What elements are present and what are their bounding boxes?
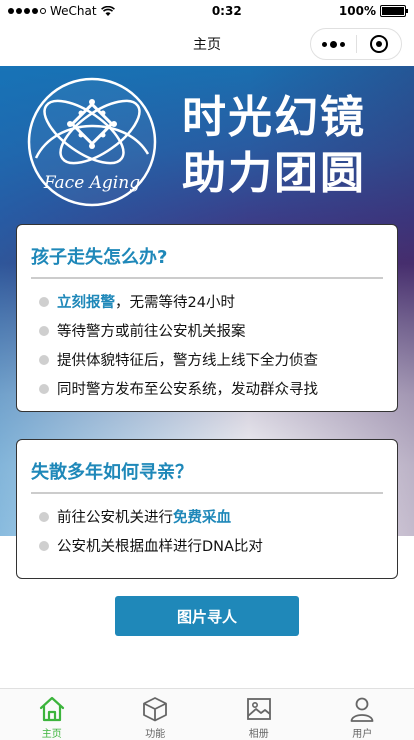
picture-icon xyxy=(246,698,271,720)
lost-child-steps-list: 立刻报警 ，无需等待24小时 等待警方或前往公安机关报案 提供体貌特征后，警方线上… xyxy=(31,279,383,403)
find-relatives-steps-list: 前往公安机关进行 免费采血 公安机关根据血样进行DNA比对 xyxy=(31,494,383,560)
bullet-dot xyxy=(39,325,49,336)
close-mini-program-button[interactable] xyxy=(357,35,402,53)
bullet-dot xyxy=(39,354,49,365)
battery-percent: 100% xyxy=(338,4,376,18)
bullet-dot xyxy=(39,383,49,394)
list-item-text: 提供体貌特征后，警方线上线下全力侦查 xyxy=(57,353,318,369)
list-item: 前往公安机关进行 免费采血 xyxy=(31,502,383,531)
close-icon xyxy=(369,35,388,53)
battery-icon xyxy=(380,5,408,17)
slogan-line-1: 时光幻镜 xyxy=(182,92,366,143)
list-item: 公安机关根据血样进行DNA比对 xyxy=(31,531,383,560)
lost-child-card: 孩子走失怎么办? 立刻报警 ，无需等待24小时 等待警方或前往公安机关报案 提供体… xyxy=(16,224,398,412)
tab-label: 功能 xyxy=(145,729,166,740)
list-item-text: ，无需等待24小时 xyxy=(115,295,235,311)
home-icon xyxy=(39,696,64,722)
cube-icon xyxy=(143,697,168,722)
wifi-icon xyxy=(100,5,115,16)
list-item: 等待警方或前往公安机关报案 xyxy=(31,316,383,345)
list-item-text: 前往公安机关进行 xyxy=(57,510,173,526)
image-search-button[interactable]: 图片寻人 xyxy=(115,596,299,636)
list-item-text: 同时警方发布至公安系统，发动群众寻找 xyxy=(57,382,318,398)
slogan-line-2: 助力团圆 xyxy=(182,148,366,199)
list-item-highlight: 免费采血 xyxy=(173,510,231,526)
list-item: 同时警方发布至公安系统，发动群众寻找 xyxy=(31,374,383,403)
list-item-text: 等待警方或前往公安机关报案 xyxy=(57,324,246,340)
clock: 0:32 xyxy=(211,4,242,18)
tab-label: 相册 xyxy=(248,729,269,740)
tab-label: 主页 xyxy=(41,729,62,740)
lost-child-card-title: 孩子走失怎么办? xyxy=(31,225,383,279)
tab-label: 用户 xyxy=(352,729,373,740)
list-item: 提供体貌特征后，警方线上线下全力侦查 xyxy=(31,345,383,374)
list-item-highlight: 立刻报警 xyxy=(57,295,115,311)
tab-home[interactable]: 主页 xyxy=(0,689,104,740)
user-icon xyxy=(350,697,374,722)
bottom-tab-bar: 主页 功能 相册 用户 xyxy=(0,688,414,740)
status-left: WeChat xyxy=(8,4,115,18)
bullet-dot xyxy=(39,511,49,522)
signal-strength-icon xyxy=(8,8,46,14)
tab-features[interactable]: 功能 xyxy=(104,689,208,740)
status-bar: WeChat 0:32 100% xyxy=(0,0,414,22)
list-item-text: 公安机关根据血样进行DNA比对 xyxy=(57,539,263,555)
bullet-dot xyxy=(39,540,49,551)
list-item: 立刻报警 ，无需等待24小时 xyxy=(31,287,383,316)
face-aging-logo: Face Aging xyxy=(27,77,157,207)
logo-text: Face Aging xyxy=(43,173,140,193)
more-options-button[interactable] xyxy=(311,40,356,48)
bullet-dot xyxy=(39,296,49,307)
tab-user[interactable]: 用户 xyxy=(311,689,414,740)
page-title: 主页 xyxy=(193,37,221,53)
find-relatives-card: 失散多年如何寻亲？ 前往公安机关进行 免费采血 公安机关根据血样进行DNA比对 xyxy=(16,439,398,579)
mini-program-capsule xyxy=(310,28,402,60)
find-relatives-card-title: 失散多年如何寻亲？ xyxy=(31,440,383,494)
tab-album[interactable]: 相册 xyxy=(207,689,311,740)
carrier-name: WeChat xyxy=(50,4,97,18)
slogan: 时光幻镜 助力团圆 xyxy=(182,90,366,202)
nav-bar: 主页 xyxy=(0,22,414,66)
status-right: 100% xyxy=(338,4,408,18)
